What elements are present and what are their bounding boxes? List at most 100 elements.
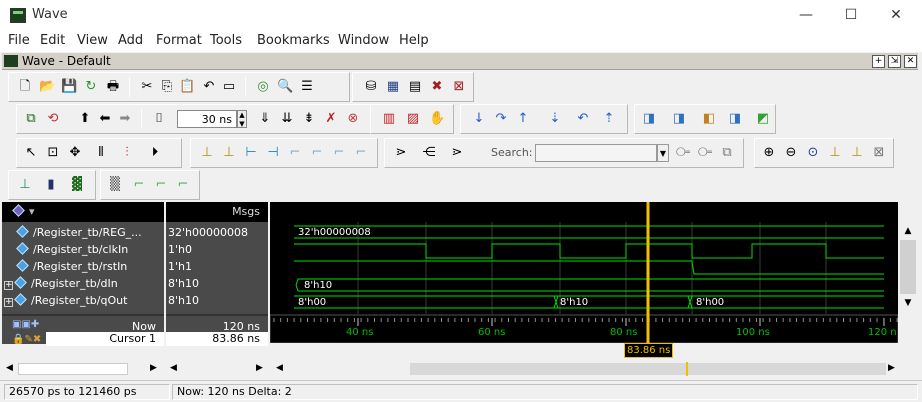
find-target-icon[interactable]: ◎: [255, 79, 271, 95]
wave-scroll-left-icon[interactable]: ◀: [276, 363, 283, 373]
play-mode-icon[interactable]: ⏵: [147, 145, 163, 161]
layout-a-icon[interactable]: ◨: [641, 111, 657, 127]
signal-row[interactable]: /Register_tb/rstIn: [2, 258, 164, 275]
prev-edge-icon[interactable]: ⊣: [265, 145, 281, 161]
waveform-pane[interactable]: 32'h00000008 8'h10 8'h00 8'h10 8'h00 40 …: [270, 202, 898, 343]
restart-icon[interactable]: ⟲: [45, 111, 61, 127]
format-icon[interactable]: ☰: [299, 79, 315, 95]
break-run-icon[interactable]: ✗: [323, 111, 339, 127]
step-into-back-icon[interactable]: ⇣: [547, 111, 563, 127]
group-icon[interactable]: ⋲: [421, 145, 437, 161]
display-b-icon[interactable]: ▮: [43, 177, 59, 193]
menu-edit[interactable]: Edit: [40, 33, 65, 48]
continue-icon[interactable]: ⇊: [279, 111, 295, 127]
cursor-time-tag[interactable]: 83.86 ns: [624, 343, 674, 358]
zoom-out-icon[interactable]: ⊖: [783, 145, 799, 161]
layout-icon[interactable]: ⧉: [23, 111, 39, 127]
run-icon[interactable]: ⇓: [257, 111, 273, 127]
pan-mode-icon[interactable]: ✥: [67, 145, 83, 161]
cursor-tools-icon[interactable]: ▣▣✚: [12, 319, 39, 330]
minimize-button[interactable]: —: [788, 4, 824, 26]
reload-icon[interactable]: ↻: [83, 79, 99, 95]
display-f-icon[interactable]: ⌐: [153, 177, 169, 193]
step-out-back-icon[interactable]: ⇡: [601, 111, 617, 127]
run-all-icon[interactable]: ⇟: [301, 111, 317, 127]
signal-row[interactable]: + /Register_tb/qOut: [2, 292, 164, 309]
edge-c-icon[interactable]: ⌐: [331, 145, 347, 161]
run-length-input[interactable]: [177, 110, 237, 128]
scroll-down-icon[interactable]: ▼: [900, 296, 916, 310]
delete-icon[interactable]: ▭: [221, 79, 237, 95]
edge-a-icon[interactable]: ⌐: [287, 145, 303, 161]
display-g-icon[interactable]: ⌐: [175, 177, 191, 193]
zoom-in-icon[interactable]: ⊕: [761, 145, 777, 161]
zoom-range-icon[interactable]: ⊥: [849, 145, 865, 161]
layout-e-icon[interactable]: ◩: [755, 111, 771, 127]
open-icon[interactable]: 📂: [39, 79, 55, 95]
insert-divider-icon[interactable]: ⋗: [393, 145, 409, 161]
compile-icon[interactable]: ⛁: [363, 79, 379, 95]
step-over-back-icon[interactable]: ↶: [575, 111, 591, 127]
break-icon[interactable]: ✖: [429, 79, 445, 95]
zoom-cursor-icon[interactable]: ⊥: [827, 145, 843, 161]
stop-icon[interactable]: ⊗: [345, 111, 361, 127]
expand-icon[interactable]: ⋗: [449, 145, 465, 161]
step-into-icon[interactable]: ↓: [471, 111, 487, 127]
expand-toggle[interactable]: +: [4, 281, 13, 290]
paste-icon[interactable]: 📋: [179, 79, 195, 95]
pane-help-button[interactable]: +: [872, 55, 885, 68]
zoom-last-icon[interactable]: ⊠: [871, 145, 887, 161]
cut-icon[interactable]: ✂: [139, 79, 155, 95]
find-icon[interactable]: 🔍: [277, 79, 293, 95]
search-dropdown[interactable]: ▼: [657, 144, 669, 162]
signal-menu-icon[interactable]: [12, 204, 25, 217]
scroll-thumb[interactable]: [900, 240, 916, 294]
maximize-button[interactable]: ☐: [833, 4, 869, 26]
print-icon[interactable]: 🖶: [105, 79, 121, 95]
menu-file[interactable]: File: [8, 33, 30, 48]
profile-icon[interactable]: ▨: [405, 111, 421, 127]
names-scroll-right-icon[interactable]: ▶: [150, 363, 157, 373]
run-length-spinner[interactable]: ▲ ▼: [237, 110, 247, 128]
signal-row[interactable]: /Register_tb/clkIn: [2, 241, 164, 258]
compile-all-icon[interactable]: ▦: [385, 79, 401, 95]
left-arrow-icon[interactable]: ⬅: [97, 111, 113, 127]
fall-edge-icon[interactable]: ⊥: [221, 145, 237, 161]
search-options-icon[interactable]: ⧉: [719, 145, 735, 161]
expand-toggle[interactable]: +: [4, 298, 13, 307]
cursor-lock-icon[interactable]: 🔒✎✖: [12, 334, 41, 345]
simulate-icon[interactable]: ▤: [407, 79, 423, 95]
layout-d-icon[interactable]: ◨: [727, 111, 743, 127]
edge-mode-icon[interactable]: ⫴: [93, 145, 109, 161]
pane-dock-button[interactable]: ⇲: [888, 55, 901, 68]
select-mode-icon[interactable]: ↖: [23, 145, 39, 161]
display-d-icon[interactable]: ▒: [107, 177, 123, 193]
zoom-mode-icon[interactable]: ⊡: [45, 145, 61, 161]
search-input[interactable]: [535, 144, 657, 162]
menu-format[interactable]: Format: [156, 33, 202, 48]
layout-c-icon[interactable]: ◧: [701, 111, 717, 127]
zoom-full-icon[interactable]: ⊙: [805, 145, 821, 161]
end-sim-icon[interactable]: ⊠: [451, 79, 467, 95]
scroll-up-icon[interactable]: ▲: [900, 224, 916, 238]
search-prev-icon[interactable]: ⧃: [675, 145, 691, 161]
step-out-icon[interactable]: ↑: [515, 111, 531, 127]
display-c-icon[interactable]: ▓: [69, 177, 85, 193]
vertical-scrollbar[interactable]: ▲ ▼: [898, 202, 918, 312]
menu-bookmarks[interactable]: Bookmarks: [257, 33, 330, 48]
signal-row[interactable]: + /Register_tb/dIn: [2, 275, 164, 292]
up-arrow-icon[interactable]: ⬆: [77, 111, 93, 127]
menu-add[interactable]: Add: [118, 33, 143, 48]
menu-window[interactable]: Window: [338, 33, 389, 48]
right-arrow-icon[interactable]: ➡: [117, 111, 133, 127]
display-e-icon[interactable]: ⌐: [131, 177, 147, 193]
menu-view[interactable]: View: [77, 33, 108, 48]
menu-tools[interactable]: Tools: [210, 33, 242, 48]
cursor-name[interactable]: Cursor 1: [46, 332, 164, 346]
search-next-icon[interactable]: ⧃: [697, 145, 713, 161]
wave-scroll-right-icon[interactable]: ▶: [888, 363, 895, 373]
signal-row[interactable]: /Register_tb/REG_...: [2, 224, 164, 241]
display-a-icon[interactable]: ⊥: [17, 177, 33, 193]
next-edge-icon[interactable]: ⊢: [243, 145, 259, 161]
values-scroll-right-icon[interactable]: ▶: [256, 363, 263, 373]
